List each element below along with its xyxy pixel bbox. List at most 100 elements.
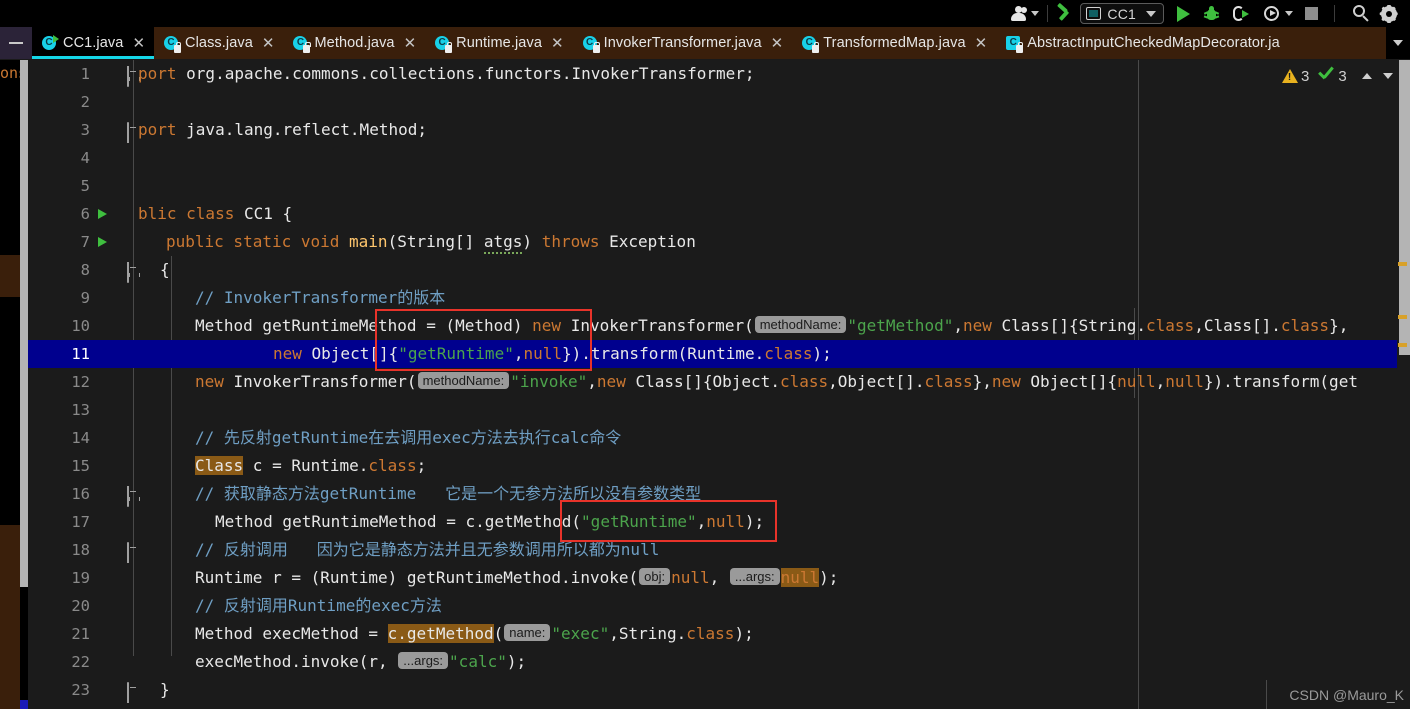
debug-button[interactable] — [1203, 2, 1220, 26]
stop-button[interactable] — [1305, 2, 1318, 26]
line-number: 15 — [71, 457, 90, 475]
code-line[interactable]: 7 public static void main(String[] atgs)… — [28, 228, 1410, 256]
user-account-icon[interactable] — [1011, 2, 1040, 26]
fold-marker[interactable] — [127, 262, 140, 283]
code-line[interactable]: 6 blic class CC1 { — [28, 200, 1410, 228]
code-line[interactable]: 23 } — [28, 676, 1410, 704]
code-line-text: Class c = Runtime.class; — [195, 456, 427, 475]
search-everywhere-button[interactable] — [1353, 2, 1370, 26]
run-config-icon — [1086, 7, 1102, 20]
code-editor[interactable]: 1 port org.apache.commons.collections.fu… — [28, 60, 1410, 709]
next-problem-icon[interactable] — [1382, 73, 1393, 79]
tab-label: Runtime.java — [456, 35, 542, 51]
line-number: 13 — [71, 401, 90, 419]
code-line[interactable]: 18 // 反射调用 因为它是静态方法并且无参数调用所以都为null — [28, 536, 1410, 564]
tab-transformedmap-java[interactable]: C TransformedMap.java ✕ — [792, 27, 996, 59]
line-number: 8 — [80, 261, 90, 279]
code-line[interactable]: 13 — [28, 396, 1410, 424]
code-line[interactable]: 15 Class c = Runtime.class; — [28, 452, 1410, 480]
tab-class-java[interactable]: C Class.java ✕ — [154, 27, 283, 59]
run-gutter-icon[interactable] — [98, 237, 107, 247]
tab-label: InvokerTransformer.java — [603, 35, 762, 51]
code-line-text: // InvokerTransformer的版本 — [195, 288, 446, 307]
editor-right-gutter[interactable] — [1397, 60, 1410, 709]
code-line-text: new Object[]{"getRuntime",null}).transfo… — [273, 344, 832, 363]
tab-close-icon[interactable]: ✕ — [771, 36, 784, 51]
code-line[interactable]: 2 — [28, 88, 1410, 116]
fold-marker[interactable] — [127, 542, 140, 563]
code-line[interactable]: 14 // 先反射getRuntime在去调用exec方法去执行calc命令 — [28, 424, 1410, 452]
clipped-panel-text: ons — [0, 64, 20, 82]
minus-icon — [9, 42, 23, 44]
code-line[interactable]: 10 Method getRuntimeMethod = (Method) ne… — [28, 312, 1410, 340]
code-line[interactable]: 8 { — [28, 256, 1410, 284]
left-vertical-scrollbar[interactable] — [20, 60, 28, 587]
code-line-text: public static void main(String[] atgs) t… — [166, 228, 696, 256]
tab-runtime-java[interactable]: C Runtime.java ✕ — [425, 27, 572, 59]
editor-vertical-scrollbar[interactable] — [1399, 60, 1410, 355]
warning-count: 3 — [1301, 67, 1310, 85]
settings-gear-button[interactable] — [1379, 2, 1398, 26]
inspection-ok-icon — [1318, 66, 1335, 83]
run-with-coverage-button[interactable] — [1233, 2, 1250, 26]
param-hint-methodname: methodName: — [754, 316, 847, 333]
tab-label: Method.java — [314, 35, 395, 51]
tab-label: AbstractInputCheckedMapDecorator.ja — [1027, 35, 1280, 51]
param-hint-methodname: methodName: — [417, 372, 510, 389]
line-number: 21 — [71, 625, 90, 643]
warning-marker[interactable] — [1398, 262, 1407, 266]
toolbar-divider-1 — [1047, 5, 1049, 22]
tab-method-java[interactable]: C Method.java ✕ — [283, 27, 425, 59]
code-line[interactable]: 16 // 获取静态方法getRuntime 它是一个无参方法所以没有参数类型 — [28, 480, 1410, 508]
editor-tab-bar: C CC1.java ✕ C Class.java ✕ C Method.jav… — [0, 27, 1410, 60]
line-number: 14 — [71, 429, 90, 447]
code-line[interactable]: 24 — [28, 704, 1410, 709]
inspection-widget[interactable]: 3 3 — [1282, 62, 1393, 90]
tab-invokertransformer-java[interactable]: C InvokerTransformer.java ✕ — [573, 27, 793, 59]
build-hammer-icon[interactable] — [1056, 2, 1074, 26]
tab-abstractinputcheckedmapdecorator-java[interactable]: C AbstractInputCheckedMapDecorator.ja — [996, 27, 1289, 59]
code-line-text: } — [160, 680, 170, 699]
code-line-current[interactable]: 11 new Object[]{"getRuntime",null}).tran… — [28, 340, 1410, 368]
run-configuration-selector[interactable]: CC1 — [1080, 3, 1164, 24]
line-number: 20 — [71, 597, 90, 615]
code-line[interactable]: 3 port java.lang.reflect.Method; — [28, 116, 1410, 144]
tab-close-icon[interactable]: ✕ — [975, 36, 988, 51]
tab-cc1-java[interactable]: C CC1.java ✕ — [32, 27, 155, 59]
profiler-button[interactable] — [1264, 2, 1293, 26]
run-config-label: CC1 — [1107, 5, 1136, 22]
code-line[interactable]: 12 new InvokerTransformer(methodName: "in… — [28, 368, 1410, 396]
line-number: 1 — [80, 65, 90, 83]
tab-close-icon[interactable]: ✕ — [132, 36, 145, 51]
code-line[interactable]: 19 Runtime r = (Runtime) getRuntimeMetho… — [28, 564, 1410, 592]
code-line[interactable]: 9 // InvokerTransformer的版本 — [28, 284, 1410, 312]
prev-problem-icon[interactable] — [1361, 73, 1372, 79]
param-hint-args: ...args: — [729, 568, 780, 585]
code-line[interactable]: 17 Method getRuntimeMethod = c.getMethod… — [28, 508, 1410, 536]
warning-icon — [1282, 69, 1298, 83]
run-button[interactable] — [1177, 2, 1190, 26]
warning-marker[interactable] — [1398, 343, 1407, 347]
code-line[interactable]: 22 execMethod.invoke(r, ...args: "calc"); — [28, 648, 1410, 676]
fold-marker[interactable] — [127, 682, 140, 703]
tab-overflow-button[interactable] — [1386, 27, 1410, 59]
java-class-icon: C — [42, 34, 59, 51]
code-line[interactable]: 21 Method execMethod = c.getMethod(name:… — [28, 620, 1410, 648]
code-line[interactable]: 20 // 反射调用Runtime的exec方法 — [28, 592, 1410, 620]
run-gutter-icon[interactable] — [98, 209, 107, 219]
warning-marker[interactable] — [1398, 315, 1407, 319]
fold-marker[interactable] — [127, 486, 140, 507]
left-strip-band — [0, 255, 20, 297]
code-line[interactable]: 1 port org.apache.commons.collections.fu… — [28, 60, 1410, 88]
code-line[interactable]: 4 — [28, 144, 1410, 172]
java-class-icon: C — [1006, 35, 1024, 53]
line-number: 4 — [80, 149, 90, 167]
java-class-icon: C — [293, 35, 311, 53]
tab-close-icon[interactable]: ✕ — [262, 36, 275, 51]
chevron-down-icon — [1393, 40, 1403, 46]
tab-close-icon[interactable]: ✕ — [404, 36, 417, 51]
code-line[interactable]: 5 — [28, 172, 1410, 200]
line-number: 5 — [80, 177, 90, 195]
tab-close-icon[interactable]: ✕ — [551, 36, 564, 51]
hide-tool-window-button[interactable] — [0, 27, 32, 59]
